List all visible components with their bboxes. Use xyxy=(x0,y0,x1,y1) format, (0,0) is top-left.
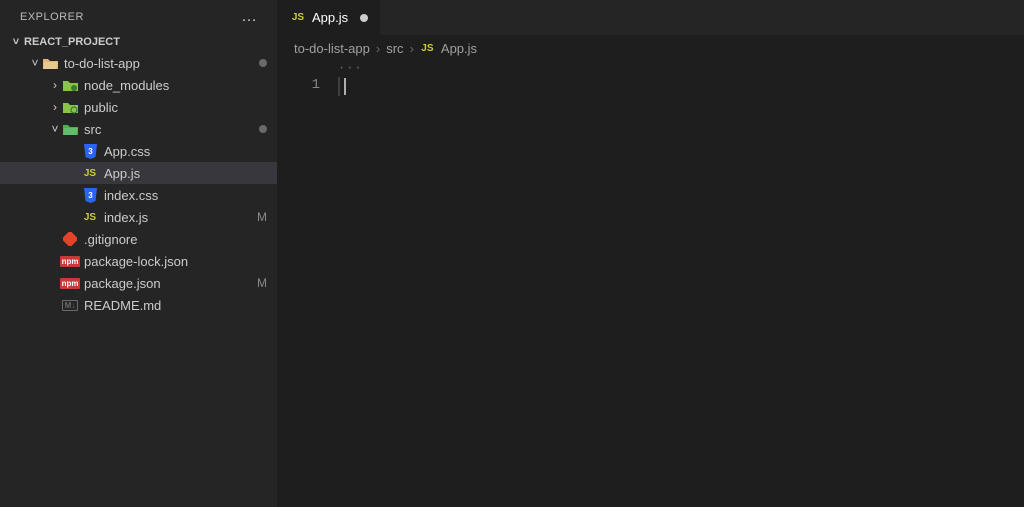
modified-status: M xyxy=(257,210,267,224)
breadcrumb-file[interactable]: App.js xyxy=(441,41,477,56)
tree-item-app-folder[interactable]: ˅ to-do-list-app xyxy=(0,52,277,74)
explorer-sidebar: EXPLORER … ˅ REACT_PROJECT ˅ to-do-list-a… xyxy=(0,0,278,507)
line-number: 1 xyxy=(278,77,320,93)
chevron-down-icon: ˅ xyxy=(8,36,24,48)
breadcrumb-segment[interactable]: src xyxy=(386,41,403,56)
folder-src-icon xyxy=(62,121,78,137)
project-name: REACT_PROJECT xyxy=(24,36,120,48)
chevron-right-icon[interactable]: › xyxy=(48,78,62,92)
modified-status: M xyxy=(257,276,267,290)
collapsed-hint-icon: ··· xyxy=(338,61,363,75)
sidebar-header: EXPLORER … xyxy=(0,0,277,32)
svg-text:3: 3 xyxy=(88,191,93,200)
tree-item-readme[interactable]: M↓ README.md xyxy=(0,294,277,316)
folder-open-icon xyxy=(42,55,58,71)
tree-item-pkg[interactable]: npm package.json M xyxy=(0,272,277,294)
css-icon: 3 xyxy=(82,143,98,159)
js-icon: JS xyxy=(82,165,98,181)
tree-item-label: package-lock.json xyxy=(84,254,267,269)
chevron-right-icon[interactable]: › xyxy=(48,100,62,114)
tab-label: App.js xyxy=(312,10,348,25)
folder-node-icon xyxy=(62,77,78,93)
editor-tabs: JS App.js xyxy=(278,0,1024,35)
tree-item-label: index.css xyxy=(104,188,267,203)
line-gutter: 1 xyxy=(278,61,338,507)
css-icon: 3 xyxy=(82,187,98,203)
tree-item-app-css[interactable]: 3 App.css xyxy=(0,140,277,162)
npm-icon: npm xyxy=(62,253,78,269)
tree-item-label: package.json xyxy=(84,276,251,291)
tree-item-app-js[interactable]: JS App.js xyxy=(0,162,277,184)
tree-item-label: to-do-list-app xyxy=(64,56,253,71)
tree-item-label: src xyxy=(84,122,253,137)
unsaved-indicator-icon xyxy=(360,14,368,22)
breadcrumb[interactable]: to-do-list-app › src › JS App.js xyxy=(278,35,1024,61)
tree-item-pkg-lock[interactable]: npm package-lock.json xyxy=(0,250,277,272)
code-area[interactable]: ··· xyxy=(338,61,1024,507)
tab-app-js[interactable]: JS App.js xyxy=(278,0,381,35)
explorer-title: EXPLORER xyxy=(20,11,84,23)
tree-item-label: node_modules xyxy=(84,78,267,93)
status-dot-icon xyxy=(259,125,267,133)
project-header[interactable]: ˅ REACT_PROJECT xyxy=(0,32,277,52)
tree-item-src[interactable]: ˅ src xyxy=(0,118,277,140)
js-icon: JS xyxy=(290,10,306,26)
tree-item-label: .gitignore xyxy=(84,232,267,247)
editor-body[interactable]: 1 ··· xyxy=(278,61,1024,507)
md-icon: M↓ xyxy=(62,297,78,313)
tree-item-index-js[interactable]: JS index.js M xyxy=(0,206,277,228)
chevron-down-icon[interactable]: ˅ xyxy=(28,56,42,70)
tree-item-label: README.md xyxy=(84,298,267,313)
editor-area: JS App.js to-do-list-app › src › JS App.… xyxy=(278,0,1024,507)
tree-item-node-modules[interactable]: › node_modules xyxy=(0,74,277,96)
text-cursor xyxy=(344,78,346,95)
folder-public-icon xyxy=(62,99,78,115)
file-tree: ˅to-do-list-app›node_modules›public˅src3… xyxy=(0,52,277,507)
tree-item-label: App.css xyxy=(104,144,267,159)
tree-item-index-css[interactable]: 3 index.css xyxy=(0,184,277,206)
code-line[interactable] xyxy=(338,77,1024,96)
app-root: EXPLORER … ˅ REACT_PROJECT ˅ to-do-list-a… xyxy=(0,0,1024,507)
js-icon: JS xyxy=(420,41,435,56)
breadcrumb-segment[interactable]: to-do-list-app xyxy=(294,41,370,56)
status-dot-icon xyxy=(259,59,267,67)
chevron-right-icon: › xyxy=(376,41,380,56)
tree-item-gitignore[interactable]: .gitignore xyxy=(0,228,277,250)
tree-item-public[interactable]: › public xyxy=(0,96,277,118)
git-icon xyxy=(62,231,78,247)
chevron-right-icon: › xyxy=(410,41,414,56)
tree-item-label: public xyxy=(84,100,267,115)
tree-item-label: index.js xyxy=(104,210,251,225)
svg-text:3: 3 xyxy=(88,147,93,156)
more-actions-icon[interactable]: … xyxy=(241,8,265,26)
npm-icon: npm xyxy=(62,275,78,291)
tree-item-label: App.js xyxy=(104,166,267,181)
chevron-down-icon[interactable]: ˅ xyxy=(48,122,62,136)
js-icon: JS xyxy=(82,209,98,225)
